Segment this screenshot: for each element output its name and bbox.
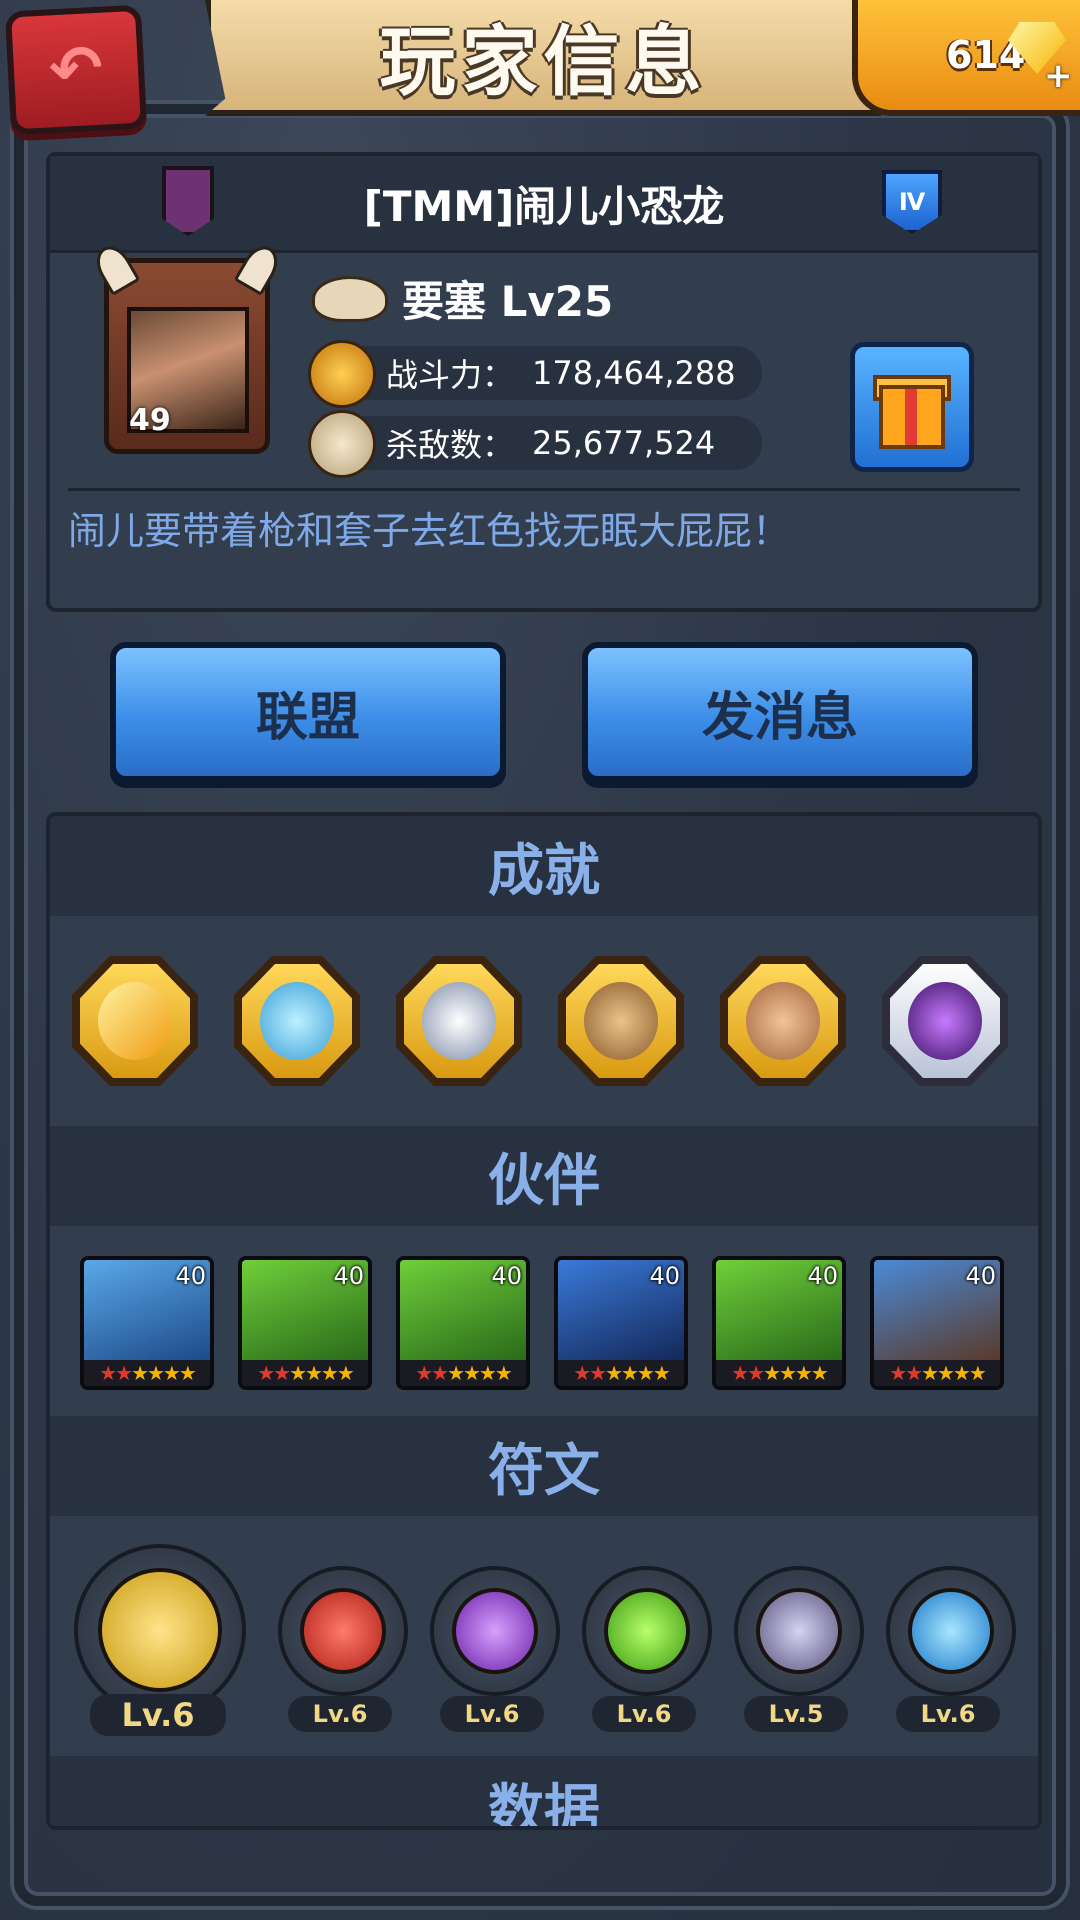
rune-slot[interactable]: [278, 1566, 408, 1696]
rune-slot[interactable]: [734, 1566, 864, 1696]
crossed-bones-icon: [908, 982, 982, 1060]
gold-rune-icon: [98, 1568, 222, 1692]
partner-level: 40: [965, 1262, 996, 1290]
rune-level: Lv.6: [440, 1696, 544, 1732]
achievement-money-bag[interactable]: [558, 956, 684, 1086]
spiked-orb-icon: [422, 982, 496, 1060]
divider: [68, 488, 1020, 491]
fortress-row: 要塞 Lv25: [312, 268, 613, 329]
partner-stars: ★★★★★★: [874, 1360, 1000, 1386]
back-button[interactable]: ↶: [4, 4, 148, 136]
achievement-crossed-bones[interactable]: [882, 956, 1008, 1086]
gem-counter[interactable]: 614 +: [852, 0, 1080, 116]
rune-level: Lv.6: [592, 1696, 696, 1732]
sections-panel: 成就 伙伴 40 ★★★★★★ 40 ★★★★★★ 40 ★★★★★★ 40 ★…: [46, 812, 1042, 1830]
back-arrow-icon: ↶: [47, 31, 105, 109]
avatar[interactable]: 49: [89, 240, 285, 454]
blue-rune-icon: [908, 1588, 994, 1674]
add-gems-icon[interactable]: +: [1044, 56, 1073, 96]
rune-slot[interactable]: [886, 1566, 1016, 1696]
purple-rune-icon: [452, 1588, 538, 1674]
send-message-button-label: 发消息: [701, 687, 858, 748]
data-title: 数据: [488, 1778, 600, 1830]
kills-label: 杀敌数：: [386, 426, 515, 464]
rune-level: Lv.6: [896, 1696, 1000, 1732]
data-header: 数据: [50, 1756, 1038, 1830]
profile-panel: [TMM]闹儿小恐龙 Ⅳ 49 要塞 Lv25 战斗力： 178,464,288…: [46, 152, 1042, 612]
partners-title: 伙伴: [488, 1148, 600, 1214]
green-rune-icon: [604, 1588, 690, 1674]
partner-card[interactable]: 40 ★★★★★★: [554, 1256, 688, 1390]
achievement-ice-beast[interactable]: [234, 956, 360, 1086]
runes-header: 符文: [50, 1416, 1038, 1516]
partner-level: 40: [649, 1262, 680, 1290]
phoenix-icon: [308, 340, 376, 408]
red-rune-icon: [300, 1588, 386, 1674]
achievement-gold-shards[interactable]: [72, 956, 198, 1086]
partner-stars: ★★★★★★: [84, 1360, 210, 1386]
fortress-level: 要塞 Lv25: [402, 277, 614, 326]
partner-card[interactable]: 40 ★★★★★★: [870, 1256, 1004, 1390]
partner-card[interactable]: 40 ★★★★★★: [238, 1256, 372, 1390]
caveman-face-icon: [746, 982, 820, 1060]
gray-rune-icon: [756, 1588, 842, 1674]
gold-shards-icon: [98, 982, 172, 1060]
horned-skull-icon: [312, 275, 388, 322]
achievements-title: 成就: [488, 838, 600, 904]
rune-slot[interactable]: [430, 1566, 560, 1696]
alliance-button-label: 联盟: [255, 687, 360, 748]
runes-title: 符文: [488, 1438, 600, 1504]
rune-level: Lv.5: [744, 1696, 848, 1732]
rune-level: Lv.6: [90, 1694, 226, 1736]
partner-stars: ★★★★★★: [242, 1360, 368, 1386]
alliance-button[interactable]: 联盟: [110, 642, 506, 782]
partner-level: 40: [491, 1262, 522, 1290]
partner-card[interactable]: 40 ★★★★★★: [712, 1256, 846, 1390]
partners-header: 伙伴: [50, 1126, 1038, 1226]
kills-value: 25,677,524: [532, 424, 716, 462]
partner-level: 40: [175, 1262, 206, 1290]
partner-stars: ★★★★★★: [400, 1360, 526, 1386]
power-label: 战斗力：: [386, 356, 515, 394]
achievement-spiked-orb[interactable]: [396, 956, 522, 1086]
rune-slot[interactable]: [74, 1544, 246, 1716]
send-message-button[interactable]: 发消息: [582, 642, 978, 782]
achievements-header: 成就: [50, 816, 1038, 916]
power-row: 战斗力： 178,464,288: [308, 340, 762, 408]
avatar-level: 49: [129, 403, 171, 438]
kills-row: 杀敌数： 25,677,524: [308, 410, 762, 478]
ice-beast-icon: [260, 982, 334, 1060]
gift-button[interactable]: [850, 342, 974, 472]
partner-level: 40: [807, 1262, 838, 1290]
player-motto: 闹儿要带着枪和套子去红色找无眠大屁屁！: [68, 509, 791, 553]
page-title: 玩家信息: [379, 17, 708, 106]
power-value: 178,464,288: [532, 354, 736, 392]
partner-stars: ★★★★★★: [558, 1360, 684, 1386]
partner-card[interactable]: 40 ★★★★★★: [80, 1256, 214, 1390]
skull-icon: [308, 410, 376, 478]
partner-stars: ★★★★★★: [716, 1360, 842, 1386]
player-name: [TMM]闹儿小恐龙: [363, 181, 725, 231]
achievement-caveman[interactable]: [720, 956, 846, 1086]
gift-icon: [879, 385, 945, 449]
rune-slot[interactable]: [582, 1566, 712, 1696]
money-bag-icon: [584, 982, 658, 1060]
partner-card[interactable]: 40 ★★★★★★: [396, 1256, 530, 1390]
rune-level: Lv.6: [288, 1696, 392, 1732]
partner-level: 40: [333, 1262, 364, 1290]
title-banner: 玩家信息: [205, 0, 882, 116]
rank-badge-label: Ⅳ: [898, 188, 926, 216]
